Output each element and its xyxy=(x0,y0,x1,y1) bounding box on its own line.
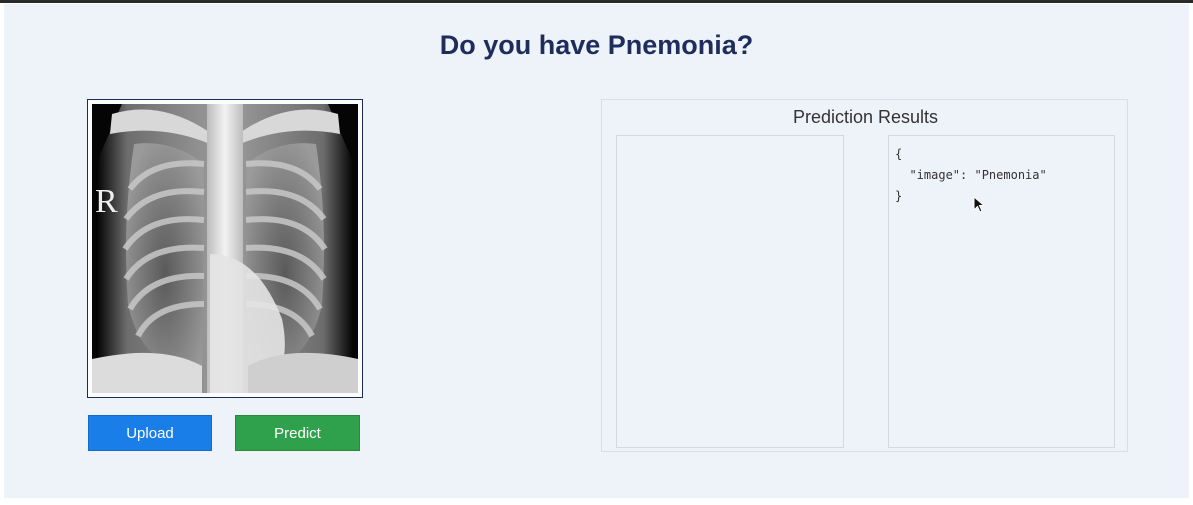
results-json-box[interactable]: { "image": "Pnemonia" } xyxy=(888,135,1115,448)
predict-button[interactable]: Predict xyxy=(235,415,360,451)
chest-xray-image: R xyxy=(92,104,358,393)
upload-button[interactable]: Upload xyxy=(88,415,212,451)
mouse-cursor-icon xyxy=(973,196,985,213)
results-title: Prediction Results xyxy=(792,107,939,127)
top-border xyxy=(0,0,1193,3)
results-preview-box xyxy=(616,135,844,448)
xray-marker-r: R xyxy=(95,183,118,220)
prediction-results-panel: Prediction Results { "image": "Pnemonia"… xyxy=(601,99,1128,452)
page-title: Do you have Pnemonia? xyxy=(439,30,754,60)
json-output: { "image": "Pnemonia" } xyxy=(895,147,1047,203)
image-preview: R xyxy=(87,99,363,398)
